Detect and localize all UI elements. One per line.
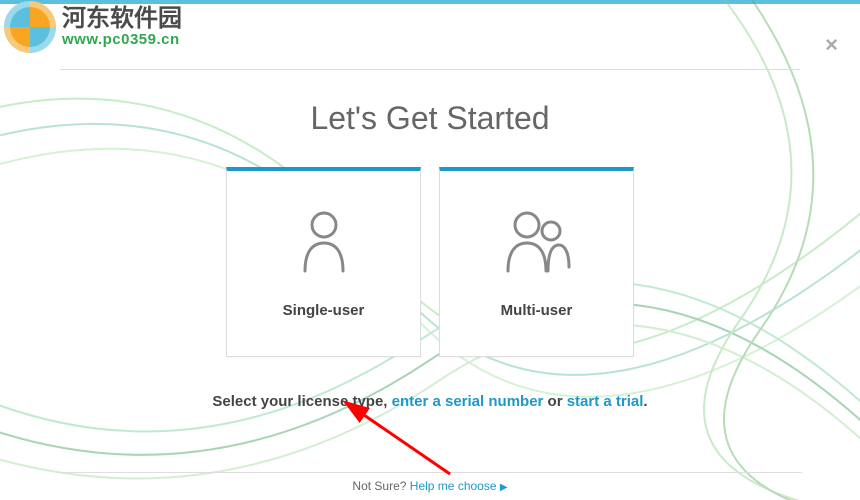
single-user-card[interactable]: Single-user	[226, 167, 421, 357]
multi-user-card[interactable]: Multi-user	[439, 167, 634, 357]
watermark-title: 河东软件园	[62, 6, 182, 32]
single-user-label: Single-user	[283, 302, 365, 319]
close-icon[interactable]: ×	[825, 32, 838, 58]
help-me-choose-link[interactable]: Help me choose	[410, 479, 497, 493]
watermark-url: www.pc0359.cn	[62, 32, 182, 49]
multi-user-icon	[501, 209, 573, 278]
page-title: Let's Get Started	[60, 100, 800, 137]
license-cards: Single-user Multi-user	[60, 167, 800, 357]
footer: Not Sure? Help me choose ▶	[58, 472, 802, 493]
top-divider	[60, 69, 800, 70]
multi-user-label: Multi-user	[501, 302, 573, 319]
watermark: 河东软件园 www.pc0359.cn	[4, 1, 182, 53]
watermark-logo-icon	[4, 1, 56, 53]
instruction-suffix: .	[643, 393, 647, 410]
single-user-icon	[299, 209, 349, 278]
instruction-prefix: Select your license type,	[212, 393, 391, 410]
enter-serial-link[interactable]: enter a serial number	[392, 393, 544, 410]
chevron-right-icon: ▶	[500, 482, 508, 493]
start-trial-link[interactable]: start a trial	[567, 393, 644, 410]
instruction-text: Select your license type, enter a serial…	[60, 393, 800, 410]
instruction-middle: or	[543, 393, 566, 410]
footer-prompt: Not Sure?	[352, 479, 409, 493]
